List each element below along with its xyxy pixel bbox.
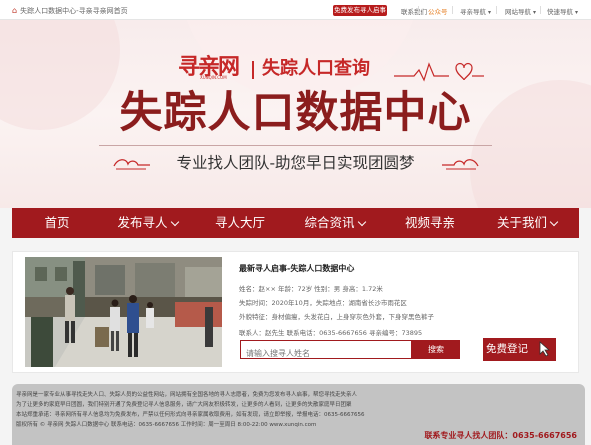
divider [452,6,453,14]
nav-item-label: 关于我们 [496,215,547,230]
divider [418,6,419,14]
nav-item-search-hall[interactable]: 寻人大厅 [194,208,286,238]
caret-down-icon: ▾ [533,9,537,16]
banner-slogan: 专业找人团队-助您早日实现团圆梦 [176,154,415,172]
divider [99,145,492,146]
notice-detail-line: 失踪时间：2020年10月，失踪地点：湖南省长沙市雨花区 [239,299,407,307]
notice-detail-line: 外貌特征：身材偏瘦，头发花白，上身穿灰色外套，下身穿黑色裤子 [239,313,434,321]
nav-item-label: 首页 [44,215,70,230]
nav-item-publish[interactable]: 发布寻人 [102,208,194,238]
search-button[interactable]: 搜索 [412,340,460,359]
notice-detail-line: 姓名：赵×× 年龄：72岁 性别：男 身高：1.72米 [239,285,383,293]
search-box [240,340,412,362]
cursor-icon [539,341,551,357]
footer-text: 版权所有 © 寻亲网 失踪人口数据中心 联系电话：0635-6667656 工作… [16,422,317,428]
nav-item-video[interactable]: 视频寻亲 [384,208,476,238]
caret-down-icon: ▾ [488,9,492,16]
search-nav-label: 寻亲导航 [460,8,486,16]
top-bar: ⌂ 失踪人口数据中心-寻亲寻亲网首页 免费发布寻人启事 联系我们 公众号 寻亲导… [0,0,591,20]
caret-down-icon: ▾ [575,9,579,16]
quick-nav-label: 快速导航 [547,8,573,16]
footer-text: 为了让更多的家庭早日团圆，我们特别开通了免费登记寻人信息服务，请广大网友积极转发… [16,402,352,408]
publish-notice-button[interactable]: 免费发布寻人启事 [333,5,387,16]
chevron-down-icon [171,219,179,227]
home-icon: ⌂ [12,6,18,15]
heartbeat-icon [394,62,484,82]
notice-title[interactable]: 最新寻人启事-失踪人口数据中心 [239,263,354,274]
wechat-account-link[interactable]: 公众号 [428,6,448,16]
contact-us-label: 联系我们 [401,8,427,16]
street-scene-image [25,257,222,367]
page-title: 失踪人口数据中心 [119,88,472,138]
search-input[interactable] [241,345,411,362]
divider [540,6,541,14]
footer-text: 寻亲网是一家专业从事寻找走失人口、失踪人员的公益性网站，网站拥有全国各地的寻人志… [16,392,358,398]
home-link-label: 失踪人口数据中心-寻亲寻亲网首页 [20,7,128,15]
logo-divider [252,61,254,79]
wechat-account-label: 公众号 [428,8,448,16]
footer-text: 本站郑重承诺：寻亲网所有寻人信息均为免费发布，严禁以任何形式向寻亲家属收取费用，… [16,412,365,418]
site-logo[interactable]: 寻亲网 XUNQIN.COM [178,53,242,83]
site-nav-label: 网站导航 [505,8,531,16]
notice-detail-line: 联系人：赵先生 联系电话：0635-6667656 寻亲编号：73895 [239,329,423,337]
logo-tagline: XUNQIN.COM [200,75,227,80]
cloud-ornament-icon [442,159,479,170]
latest-notice-card: 最新寻人启事-失踪人口数据中心 姓名：赵×× 年龄：72岁 性别：男 身高：1.… [12,251,579,373]
contact-us-link[interactable]: 联系我们 [401,6,427,16]
nav-item-about[interactable]: 关于我们 [476,208,579,238]
divider [496,6,497,14]
street-photo[interactable] [25,257,222,367]
nav-item-label: 发布寻人 [117,215,168,230]
free-register-label: 免费登记 [486,343,528,355]
free-register-button[interactable]: 免费登记 [483,338,556,361]
hotline-text: 联系专业寻人找人团队：0635-6667656 [424,431,577,440]
nav-item-news[interactable]: 综合资讯 [286,208,384,238]
quick-nav-dropdown[interactable]: 快速导航 ▾ [547,6,578,16]
banner-subtitle: 失踪人口查询 [262,58,370,79]
chevron-down-icon [358,219,366,227]
chevron-down-icon [550,219,558,227]
search-nav-dropdown[interactable]: 寻亲导航 ▾ [460,6,491,16]
nav-item-home[interactable]: 首页 [12,208,102,238]
site-nav-dropdown[interactable]: 网站导航 ▾ [505,6,536,16]
nav-item-label: 视频寻亲 [404,215,455,230]
nav-item-label: 综合资讯 [304,215,355,230]
nav-item-label: 寻人大厅 [214,215,265,230]
site-footer: 寻亲网是一家专业从事寻找走失人口、失踪人员的公益性网站，网站拥有全国各地的寻人志… [12,384,585,445]
hero-banner: 寻亲网 XUNQIN.COM 失踪人口查询 失踪人口数据中心 专业找人团队-助您… [0,20,591,208]
main-nav: 首页 发布寻人 寻人大厅 综合资讯 视频寻亲 关于我们 [12,208,579,238]
home-link[interactable]: ⌂ 失踪人口数据中心-寻亲寻亲网首页 [12,6,128,16]
